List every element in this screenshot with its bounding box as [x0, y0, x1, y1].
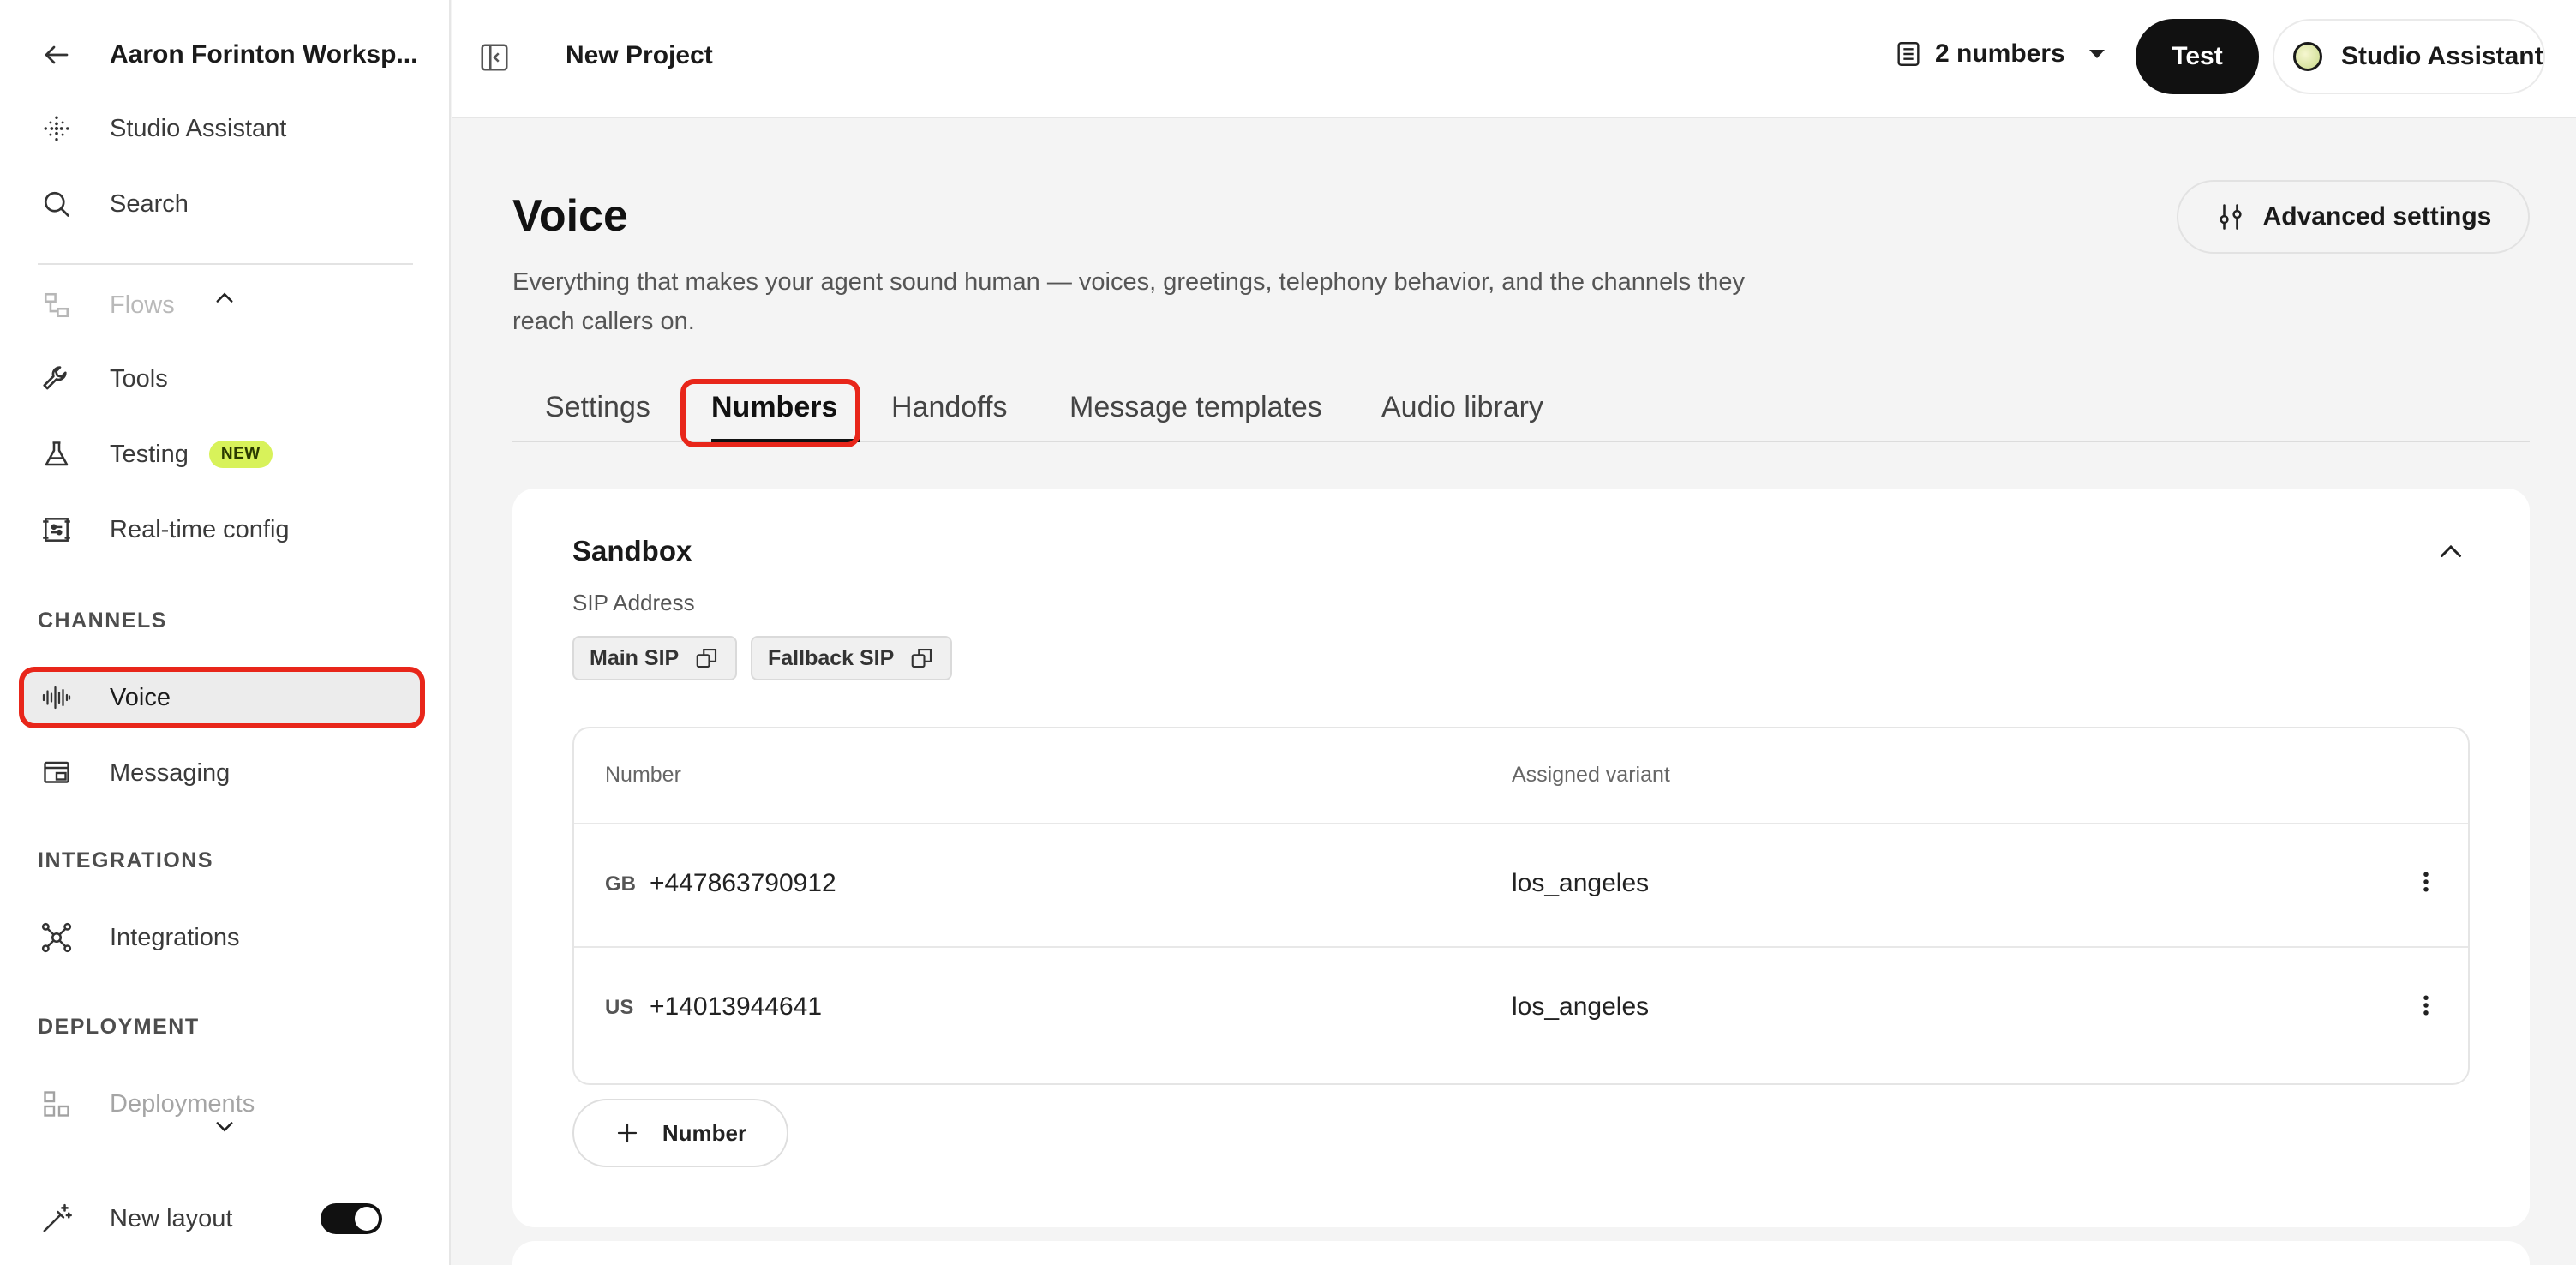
- sidebar-divider: [38, 263, 413, 265]
- numbers-table: Number Assigned variant GB +447863790912…: [572, 727, 2470, 1085]
- project-title: New Project: [566, 41, 713, 69]
- country-code: GB: [605, 872, 636, 896]
- page-title: Voice: [512, 191, 628, 241]
- sidebar-item-label: Messaging: [110, 758, 231, 787]
- numbers-dropdown-label: 2 numbers: [1935, 39, 2065, 68]
- list-numbers-icon: [1894, 39, 1923, 69]
- main-sip-chip[interactable]: Main SIP: [572, 636, 738, 680]
- table-row[interactable]: GB +447863790912 los_angeles: [574, 824, 2468, 946]
- sandbox-title: Sandbox: [572, 535, 692, 567]
- sidebar-item-label: Integrations: [110, 923, 240, 951]
- phone-number: +14013944641: [650, 992, 823, 1021]
- sidebar-item-messaging[interactable]: Messaging: [38, 747, 425, 799]
- section-deployment: DEPLOYMENT: [38, 1015, 200, 1039]
- active-tab-highlight: [680, 379, 860, 447]
- top-bar: New Project 2 numbers Test Studio Assist…: [452, 0, 2576, 118]
- sidebar-item-label: Studio Assistant: [110, 114, 287, 142]
- column-header-number: Number: [605, 763, 681, 787]
- more-options-icon[interactable]: [2422, 869, 2430, 895]
- wrench-icon: [38, 360, 75, 398]
- main-sip-label: Main SIP: [590, 645, 680, 670]
- grid-boxes-icon: [38, 1085, 75, 1123]
- section-channels: CHANNELS: [38, 609, 167, 632]
- next-card: [512, 1241, 2530, 1265]
- tab-audio-library[interactable]: Audio library: [1381, 391, 1543, 424]
- table-row[interactable]: US +14013944641 los_angeles: [574, 948, 2468, 1070]
- more-options-icon[interactable]: [2422, 992, 2430, 1018]
- fallback-sip-label: Fallback SIP: [768, 645, 895, 670]
- magic-wand-icon: [38, 1200, 75, 1238]
- sidebar-item-tools[interactable]: Tools: [38, 353, 425, 405]
- tab-message-templates[interactable]: Message templates: [1069, 391, 1322, 424]
- new-badge: NEW: [208, 441, 273, 468]
- chevron-down-icon[interactable]: [213, 1114, 237, 1138]
- copy-icon[interactable]: [909, 645, 935, 671]
- sidebar-item-label: Flows: [110, 291, 175, 319]
- new-layout-toggle[interactable]: [321, 1203, 382, 1234]
- back-arrow-icon[interactable]: [38, 36, 75, 74]
- sidebar-item-studio-assistant[interactable]: Studio Assistant: [38, 103, 425, 154]
- flows-icon: [38, 286, 75, 324]
- advanced-settings-button[interactable]: Advanced settings: [2177, 180, 2530, 254]
- dots-sparkle-icon: [38, 110, 75, 147]
- section-integrations: INTEGRATIONS: [38, 848, 214, 872]
- fallback-sip-chip[interactable]: Fallback SIP: [751, 636, 953, 680]
- numbers-dropdown[interactable]: 2 numbers: [1894, 39, 2106, 69]
- sandbox-card: Sandbox SIP Address Main SIP Fallback SI…: [512, 489, 2530, 1227]
- assigned-variant: los_angeles: [1512, 992, 1650, 1021]
- caret-down-icon: [2088, 48, 2106, 60]
- add-number-button[interactable]: Number: [572, 1099, 788, 1167]
- sidebar-item-voice[interactable]: Voice: [38, 672, 425, 723]
- chevron-up-icon[interactable]: [213, 286, 237, 310]
- studio-assistant-button[interactable]: Studio Assistant: [2273, 19, 2545, 94]
- workspace-header[interactable]: Aaron Forinton Worksp...: [38, 29, 425, 81]
- country-code: US: [605, 996, 634, 1019]
- sidebar: Aaron Forinton Worksp... Studio Assistan…: [0, 0, 451, 1265]
- flask-icon: [38, 435, 75, 473]
- network-icon: [38, 919, 75, 956]
- assistant-orb-icon: [2293, 42, 2322, 71]
- search-icon: [38, 185, 75, 223]
- column-header-variant: Assigned variant: [1512, 763, 1670, 787]
- sliders-icon: [2215, 201, 2246, 232]
- sidebar-item-realtime-config[interactable]: Real-time config: [38, 504, 425, 555]
- tab-settings[interactable]: Settings: [545, 391, 650, 424]
- config-frame-icon: [38, 511, 75, 549]
- add-number-label: Number: [662, 1119, 747, 1146]
- sidebar-item-label: Voice: [110, 683, 171, 711]
- studio-assistant-label: Studio Assistant: [2341, 42, 2543, 70]
- plus-icon: [614, 1120, 640, 1146]
- collapse-chevron-up-icon[interactable]: [2435, 537, 2466, 567]
- sidebar-item-search[interactable]: Search: [38, 178, 425, 230]
- sidebar-item-label: New layout: [110, 1204, 233, 1232]
- messaging-icon: [38, 754, 75, 792]
- waveform-icon: [38, 679, 75, 716]
- sidebar-item-new-layout: New layout: [38, 1193, 425, 1244]
- advanced-settings-label: Advanced settings: [2262, 202, 2492, 231]
- sidebar-item-testing[interactable]: Testing NEW: [38, 429, 425, 480]
- assigned-variant: los_angeles: [1512, 869, 1650, 897]
- sidebar-item-label: Tools: [110, 364, 168, 393]
- collapse-sidebar-icon[interactable]: [478, 41, 512, 75]
- sidebar-item-integrations[interactable]: Integrations: [38, 912, 425, 963]
- sidebar-item-label: Real-time config: [110, 515, 290, 543]
- phone-number: +447863790912: [650, 869, 836, 897]
- page-description: Everything that makes your agent sound h…: [512, 268, 1746, 335]
- tab-handoffs[interactable]: Handoffs: [891, 391, 1007, 424]
- sidebar-item-label: Search: [110, 189, 189, 218]
- sip-address-label: SIP Address: [572, 590, 695, 615]
- workspace-title: Aaron Forinton Worksp...: [110, 40, 418, 69]
- test-button[interactable]: Test: [2136, 19, 2259, 94]
- sidebar-item-label: Testing: [110, 440, 189, 468]
- copy-icon[interactable]: [694, 645, 720, 671]
